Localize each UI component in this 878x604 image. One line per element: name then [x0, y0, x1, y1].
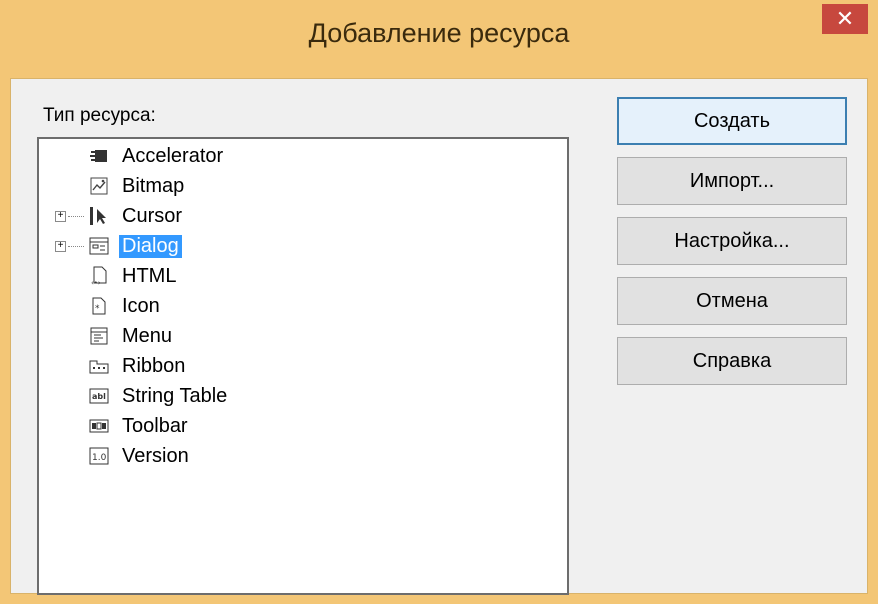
tree-item-label: HTML — [122, 264, 177, 287]
tree-item-label: Accelerator — [122, 144, 224, 167]
svg-text:*: * — [95, 304, 100, 314]
svg-text:abl: abl — [92, 392, 106, 401]
tree-connector — [68, 246, 84, 247]
dialog-client-area: Тип ресурса: Accelerator Bitmap + Cursor… — [10, 78, 868, 595]
string-table-icon: abl — [89, 386, 109, 406]
expand-plus-icon[interactable]: + — [55, 211, 66, 222]
tree-item-label: Menu — [122, 324, 173, 347]
tree-item-label: Ribbon — [122, 354, 186, 377]
html-icon: ‹•› — [89, 266, 109, 286]
resource-type-label: Тип ресурса: — [43, 105, 156, 126]
menu-icon — [89, 326, 109, 346]
tree-item-label: String Table — [122, 384, 228, 407]
bitmap-icon — [89, 176, 109, 196]
cancel-button[interactable]: Отмена — [617, 277, 847, 325]
tree-connector — [68, 216, 84, 217]
help-button[interactable]: Справка — [617, 337, 847, 385]
ribbon-icon — [89, 356, 109, 376]
resource-type-tree[interactable]: Accelerator Bitmap + Cursor + Dialog ‹•›… — [37, 137, 569, 595]
toolbar-icon — [89, 416, 109, 436]
tree-item-label: Dialog — [119, 234, 182, 258]
customize-button[interactable]: Настройка... — [617, 217, 847, 265]
create-button[interactable]: Создать — [617, 97, 847, 145]
tree-item-label: Toolbar — [122, 414, 188, 437]
import-button[interactable]: Импорт... — [617, 157, 847, 205]
svg-text:‹•›: ‹•› — [91, 279, 101, 286]
tree-item-label: Bitmap — [122, 174, 185, 197]
window-title: Добавление ресурса — [308, 18, 570, 48]
dialog-window: Добавление ресурса ✕ Тип ресурса: Accele… — [0, 0, 878, 604]
expand-plus-icon[interactable]: + — [55, 241, 66, 252]
tree-item-label: Cursor — [122, 204, 183, 227]
svg-text:1.0: 1.0 — [92, 453, 107, 463]
accelerator-icon — [89, 146, 109, 166]
tree-item-label: Icon — [122, 294, 160, 317]
close-button[interactable]: ✕ — [822, 4, 868, 34]
tree-item-label: Version — [122, 444, 189, 467]
dialog-icon — [89, 236, 109, 256]
cursor-icon — [89, 206, 109, 226]
icon-resource-icon: * — [89, 296, 109, 316]
title-bar[interactable]: Добавление ресурса ✕ — [0, 0, 878, 78]
version-icon: 1.0 — [89, 446, 109, 466]
